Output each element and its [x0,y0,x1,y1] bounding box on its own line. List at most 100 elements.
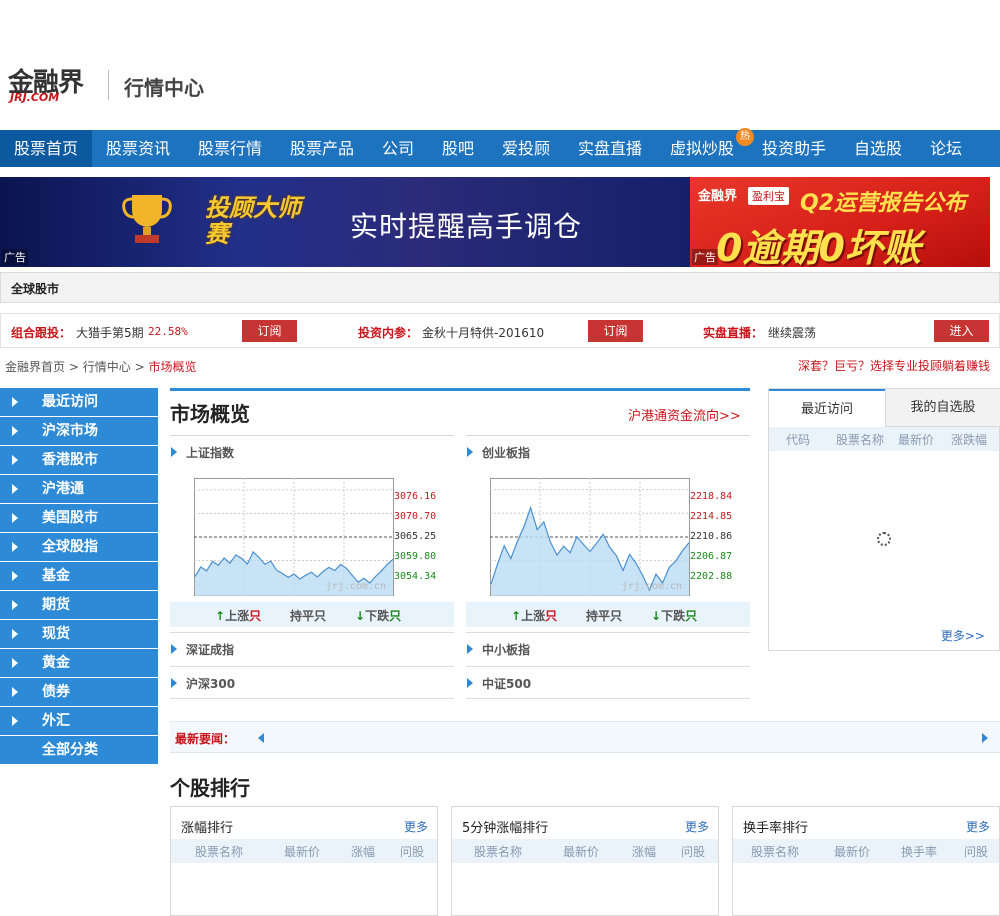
sidebar-item-recent[interactable]: 最近访问 [0,388,158,416]
chevron-right-icon [12,571,18,581]
live-label: 实盘直播： [703,326,764,340]
sidebar-item-us[interactable]: 美国股市 [0,504,158,532]
sidebar-item-hkconnect[interactable]: 沪港通 [0,475,158,503]
nav-item-stock-news[interactable]: 股票资讯 [92,130,184,167]
more-link[interactable]: 更多 [404,818,428,835]
chevron-right-icon [12,513,18,523]
index-row-hs300[interactable]: 沪深300 [170,666,454,699]
breadcrumb-home[interactable]: 金融界首页 [5,360,65,374]
sidebar-item-all[interactable]: 全部分类 [0,736,158,764]
tab-recent[interactable]: 最近访问 [769,389,885,427]
col-header: 股票名称 [195,845,244,859]
chart-cyb[interactable]: jrj.com.cn [490,478,690,596]
nav-item-stock-quotes[interactable]: 股票行情 [184,130,276,167]
index-name: 深证成指 [186,643,235,657]
col-header: 最新价 [898,433,935,447]
sidebar-item-bond[interactable]: 债券 [0,678,158,706]
tab-my-watchlist[interactable]: 我的自选股 [885,389,1000,427]
index-row-zz500[interactable]: 中证500 [466,666,750,699]
rank-box-title: 换手率排行 [743,821,809,836]
nav-item-watchlist[interactable]: 自选股 [840,130,916,167]
chart-sh[interactable]: jrj.com.cn [194,478,394,596]
more-link[interactable]: 更多 [966,818,990,835]
recent-table-header: 代码 股票名称 最新价 涨跌幅 [769,427,999,451]
nav-item-live[interactable]: 实盘直播 [564,130,656,167]
chevron-right-icon [12,426,18,436]
more-link[interactable]: 更多>> [941,627,985,644]
rank-box-5min: 5分钟涨幅排行 更多 股票名称 最新价 涨幅 问股 [451,806,719,916]
sidebar-item-label: 全部分类 [42,742,98,758]
nav-item-assistant[interactable]: 投资助手 [748,130,840,167]
more-link[interactable]: 更多 [685,818,709,835]
tick-label: 3065.25 [394,531,437,542]
sidebar-item-label: 沪港通 [42,481,84,497]
tick-label: 3059.80 [394,551,437,562]
chart-watermark: jrj.com.cn [325,581,386,592]
sidebar-item-label: 沪深市场 [42,423,98,439]
ad-banner-left[interactable]: 投顾大师赛 实时提醒高手调仓 广告 [0,177,690,267]
hk-flow-link[interactable]: 沪港通资金流向>> [628,405,741,424]
tick-label: 3076.16 [394,491,437,502]
sidebar-item-label: 黄金 [42,655,70,671]
hot-badge: 热 [736,128,754,146]
banner-left-text: 实时提醒高手调仓 [350,210,583,243]
sidebar-item-futures[interactable]: 期货 [0,591,158,619]
live-name[interactable]: 继续震荡 [768,324,816,341]
nav-item-aitougu[interactable]: 爱投顾 [488,130,564,167]
sidebar-item-label: 外汇 [42,713,70,729]
sidebar-item-hk[interactable]: 香港股市 [0,446,158,474]
ad-label: 广告 [692,249,718,265]
sidebar-item-hushen[interactable]: 沪深市场 [0,417,158,445]
market-title: 市场概览 [170,402,250,426]
tick-label: 3054.34 [394,571,437,582]
combo-name[interactable]: 大猎手第5期 [76,324,144,341]
ad-banner-right[interactable]: 金融界 盈利宝 Q2运营报告公布 0逾期0坏账 广告 [690,177,990,267]
invest-name[interactable]: 金秋十月特供-201610 [422,324,544,341]
breadcrumb: 金融界首页 > 行情中心 > 市场概览 [5,358,196,375]
site-logo[interactable]: 金融界 JRJ.COM [8,62,98,106]
index-row-cyb[interactable]: 创业板指 [466,435,750,468]
col-header: 最新价 [284,845,321,859]
nav-item-virtual-trade[interactable]: 虚拟炒股 [656,130,748,167]
stat-flat: 持平只 [290,609,327,623]
sidebar-item-label: 现货 [42,626,70,642]
chevron-right-icon [171,678,177,688]
nav-item-guba[interactable]: 股吧 [428,130,488,167]
sidebar-item-spot[interactable]: 现货 [0,620,158,648]
arrow-right-icon[interactable] [982,733,988,743]
banner-right-brand: 金融界 [698,189,738,204]
index-name: 上证指数 [186,446,235,460]
stat-bar-cyb: ↑上涨只 持平只 ↓下跌只 [466,602,750,627]
col-header: 问股 [681,845,706,859]
banner-right-title: Q2运营报告公布 [800,191,967,216]
sidebar-item-gold[interactable]: 黄金 [0,649,158,677]
sidebar-item-fund[interactable]: 基金 [0,562,158,590]
index-row-sz[interactable]: 深证成指 [170,632,454,665]
index-row-zxb[interactable]: 中小板指 [466,632,750,665]
chevron-right-icon [467,678,473,688]
sidebar: 最近访问 沪深市场 香港股市 沪港通 美国股市 全球股指 基金 期货 现货 黄金… [0,388,158,765]
nav-item-stock-home[interactable]: 股票首页 [0,130,92,167]
index-row-sh[interactable]: 上证指数 [170,435,454,468]
sidebar-item-forex[interactable]: 外汇 [0,707,158,735]
nav-item-forum[interactable]: 论坛 [916,130,976,167]
live-enter-button[interactable]: 进入 [934,320,989,342]
tick-label: 2210.86 [690,531,733,542]
promo-link[interactable]: 深套？巨亏？选择专业投顾躺着赚钱 [798,357,990,374]
loading-spinner-icon [877,532,891,546]
invest-label: 投资内参： [358,326,419,340]
nav-item-company[interactable]: 公司 [368,130,428,167]
breadcrumb-center[interactable]: 行情中心 [83,360,131,374]
nav-item-stock-products[interactable]: 股票产品 [276,130,368,167]
chevron-right-icon [12,629,18,639]
combo-subscribe-button[interactable]: 订阅 [242,320,297,342]
col-header: 股票名称 [474,845,523,859]
arrow-left-icon[interactable] [258,733,264,743]
sidebar-item-global-index[interactable]: 全球股指 [0,533,158,561]
col-header: 涨跌幅 [951,433,988,447]
news-ticker: 最新要闻： [170,721,1000,753]
invest-subscribe-button[interactable]: 订阅 [588,320,643,342]
chevron-right-icon [12,687,18,697]
index-name: 创业板指 [482,446,531,460]
combo-pct: 22.58% [148,325,188,338]
